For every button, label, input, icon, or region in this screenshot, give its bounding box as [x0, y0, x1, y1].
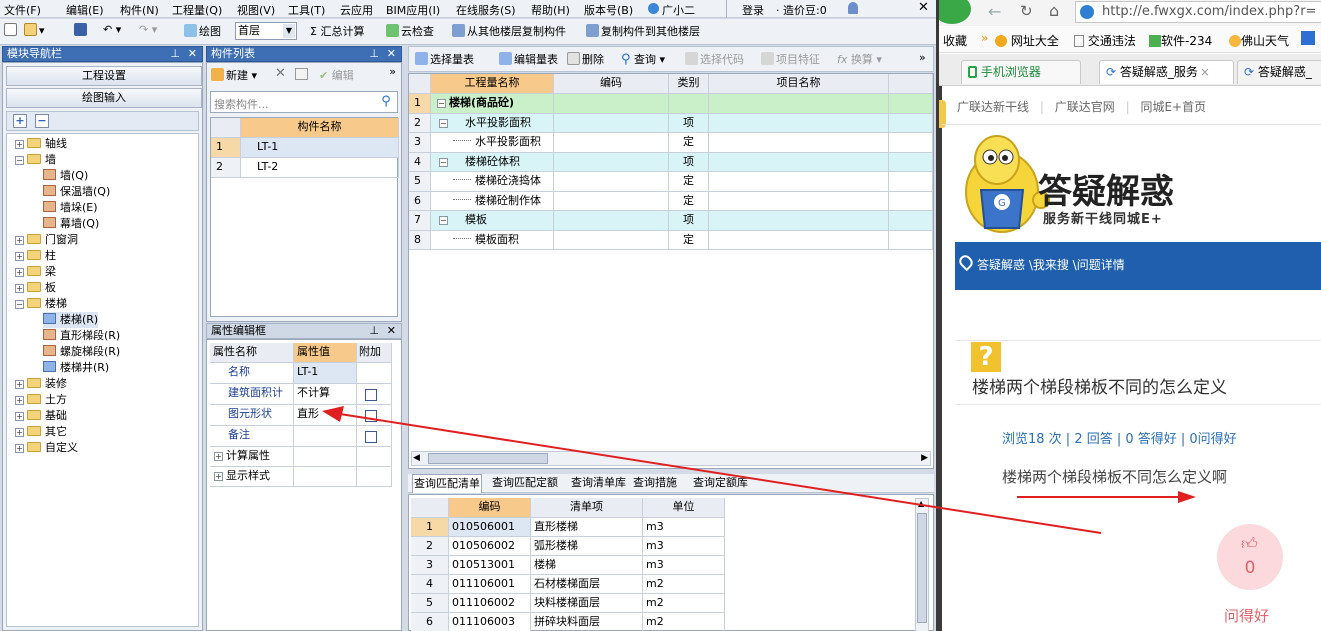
annotation-arrowhead [322, 406, 344, 422]
annotation-layer [322, 406, 1196, 534]
annotation-underline-arrowhead [1178, 491, 1196, 503]
annotation-arrow-line [339, 413, 1102, 534]
